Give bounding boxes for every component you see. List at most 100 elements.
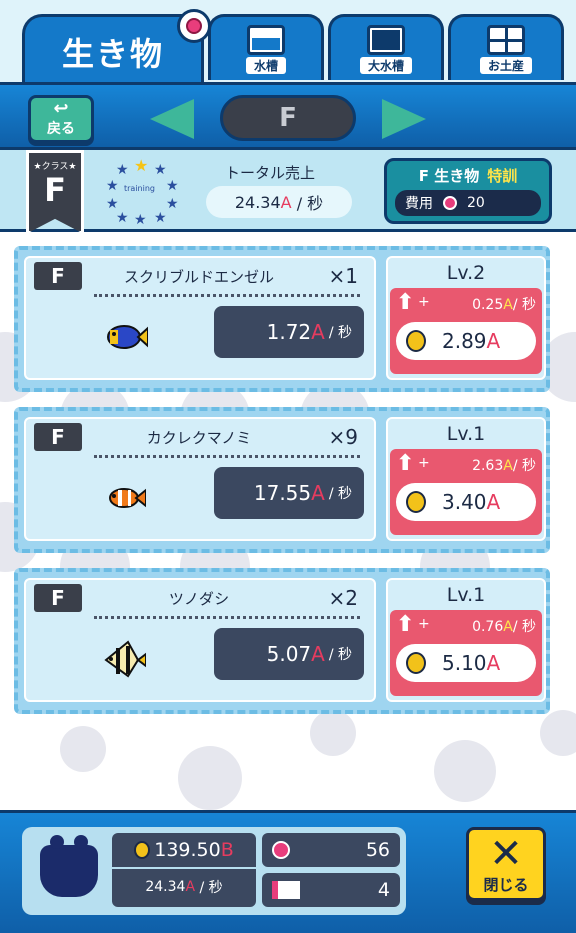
bg-dot bbox=[540, 710, 576, 756]
training-fish-icon: training bbox=[124, 184, 155, 193]
tab-souvenir[interactable]: お土産 bbox=[448, 14, 564, 80]
training-special-label: 特訓 bbox=[487, 167, 518, 185]
upgrade-plus: + bbox=[418, 455, 430, 471]
upgrade-rate-value: 0.76 bbox=[472, 619, 504, 635]
purse-icon bbox=[40, 835, 98, 897]
income-rate-value: 17.55 bbox=[253, 481, 312, 505]
income-letter: A bbox=[185, 879, 196, 895]
creature-info: F スクリブルドエンゼル ×1 1.72 A / 秒 bbox=[24, 256, 376, 380]
creature-income-rate: 5.07 A / 秒 bbox=[214, 628, 364, 680]
training-stars-emblem: ★ ★ ★ ★ ★ ★ ★ ★ ★ ★ training bbox=[104, 156, 180, 228]
creature-info: F カクレクマノミ ×9 17.55 A / 秒 bbox=[24, 417, 376, 541]
gem-icon bbox=[186, 18, 202, 34]
upgrade-cost-letter: A bbox=[486, 490, 501, 514]
creature-info: F ツノダシ ×2 5.07 A / 秒 bbox=[24, 578, 376, 702]
training-cost: 費用 20 bbox=[395, 190, 541, 216]
class-banner: ★クラス★ F bbox=[26, 150, 84, 234]
upgrade-cost: 5.10 A bbox=[396, 644, 536, 682]
tab-creatures[interactable]: 生き物 bbox=[22, 9, 211, 86]
star-icon: ★ bbox=[116, 162, 129, 178]
nav-bar: ↩ 戻る F bbox=[0, 82, 576, 150]
income-unit: / 秒 bbox=[199, 880, 223, 896]
angelfish-icon bbox=[107, 325, 148, 349]
divider bbox=[94, 616, 360, 619]
upgrade-cost-letter: A bbox=[486, 329, 501, 353]
creature-card: F カクレクマノミ ×9 17.55 A / 秒 Lv.1 ⬆ + 2.63A/ 秒 bbox=[14, 407, 550, 553]
bg-dot bbox=[310, 710, 356, 756]
income-value: 24.34 bbox=[145, 879, 186, 895]
creature-name: カクレクマノミ bbox=[146, 429, 252, 447]
income-rate: 24.34 A / 秒 bbox=[112, 869, 256, 905]
upgrade-cost-letter: A bbox=[486, 651, 501, 675]
coin-icon bbox=[406, 491, 426, 513]
creature-upgrade-panel: Lv.1 ⬆ + 2.63A/ 秒 3.40 A bbox=[386, 417, 546, 541]
upgrade-cost-value: 5.10 bbox=[442, 651, 487, 675]
creature-class-tag: F bbox=[34, 262, 82, 290]
star-icon: ★ bbox=[134, 212, 147, 228]
tab-tank[interactable]: 水槽 bbox=[208, 14, 324, 80]
class-banner-value: F bbox=[44, 171, 66, 209]
income-rate-unit: / 秒 bbox=[328, 486, 352, 502]
divider bbox=[94, 294, 360, 297]
prev-class-arrow-icon[interactable] bbox=[150, 99, 194, 139]
training-title: F 生き物 bbox=[418, 167, 480, 185]
gem-count-value: 56 bbox=[365, 839, 390, 861]
up-arrow-icon: ⬆ bbox=[396, 290, 415, 315]
gem-icon bbox=[272, 841, 290, 859]
gold-star-icon: ★ bbox=[134, 156, 149, 175]
upgrade-cost-value: 3.40 bbox=[442, 490, 487, 514]
total-sales-letter: A bbox=[280, 192, 292, 212]
bg-dot bbox=[178, 746, 242, 810]
coin-icon bbox=[134, 841, 151, 859]
upgrade-rate-value: 2.63 bbox=[472, 458, 504, 474]
creature-level: Lv.1 bbox=[446, 423, 486, 445]
coin-icon bbox=[406, 330, 426, 352]
creature-upgrade-panel: Lv.1 ⬆ + 0.76A/ 秒 5.10 A bbox=[386, 578, 546, 702]
next-class-arrow-icon[interactable] bbox=[382, 99, 426, 139]
tab-bar: 生き物 水槽 大水槽 お土産 bbox=[0, 0, 576, 86]
clownfish-icon bbox=[109, 488, 146, 508]
star-icon: ★ bbox=[166, 178, 179, 194]
creature-income-rate: 1.72 A / 秒 bbox=[214, 306, 364, 358]
tab-tank-label: 水槽 bbox=[245, 57, 286, 74]
creature-upgrade-panel: Lv.2 ⬆ + 0.25A/ 秒 2.89 A bbox=[386, 256, 546, 380]
close-button-label: 閉じる bbox=[483, 875, 529, 894]
ticket-count-value: 4 bbox=[377, 879, 390, 901]
creature-name: スクリブルドエンゼル bbox=[123, 268, 274, 286]
upgrade-button[interactable]: ⬆ + 0.25A/ 秒 2.89 A bbox=[390, 288, 542, 374]
star-icon: ★ bbox=[106, 178, 119, 194]
upgrade-rate-unit: / 秒 bbox=[512, 458, 536, 474]
income-rate-value: 1.72 bbox=[266, 320, 312, 344]
back-button[interactable]: ↩ 戻る bbox=[28, 95, 94, 143]
tab-big-tank[interactable]: 大水槽 bbox=[328, 14, 444, 80]
income-rate-value: 5.07 bbox=[266, 642, 312, 666]
upgrade-rate-unit: / 秒 bbox=[512, 297, 536, 313]
bg-dot bbox=[434, 740, 496, 802]
creature-class-tag: F bbox=[34, 423, 82, 451]
upgrade-button[interactable]: ⬆ + 2.63A/ 秒 3.40 A bbox=[390, 449, 542, 535]
creature-list[interactable]: F スクリブルドエンゼル ×1 1.72 A / 秒 Lv.2 ⬆ + 0.25A/… bbox=[0, 232, 576, 810]
star-icon: ★ bbox=[154, 210, 167, 226]
total-sales-value: 24.34 A / 秒 bbox=[206, 186, 352, 218]
total-sales-unit: / 秒 bbox=[296, 194, 324, 213]
income-rate-letter: A bbox=[311, 481, 325, 505]
creature-count: ×1 bbox=[328, 264, 358, 288]
wallet-panel: 139.50 B 24.34 A / 秒 56 4 bbox=[22, 827, 406, 915]
income-rate-unit: / 秒 bbox=[328, 325, 352, 341]
upgrade-button[interactable]: ⬆ + 0.76A/ 秒 5.10 A bbox=[390, 610, 542, 696]
creature-level: Lv.1 bbox=[446, 584, 486, 606]
gem-icon bbox=[443, 196, 457, 210]
income-rate-letter: A bbox=[311, 320, 325, 344]
bg-dot bbox=[60, 726, 106, 772]
up-arrow-icon: ⬆ bbox=[396, 612, 415, 637]
footer-bar: 139.50 B 24.34 A / 秒 56 4 ✕ 閉じる bbox=[0, 810, 576, 933]
close-button[interactable]: ✕ 閉じる bbox=[466, 827, 546, 901]
creature-income-rate: 17.55 A / 秒 bbox=[214, 467, 364, 519]
upgrade-cost: 2.89 A bbox=[396, 322, 536, 360]
training-button[interactable]: F 生き物 特訓 費用 20 bbox=[384, 158, 552, 224]
income-rate-unit: / 秒 bbox=[328, 647, 352, 663]
upgrade-plus: + bbox=[418, 294, 430, 310]
ticket-count: 4 bbox=[262, 873, 400, 907]
gem-count: 56 bbox=[262, 833, 400, 867]
star-icon: ★ bbox=[116, 210, 129, 226]
